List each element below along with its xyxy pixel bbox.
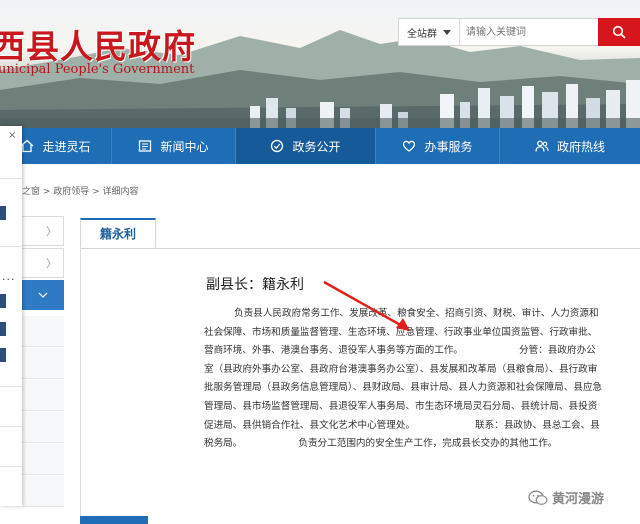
watermark-text: 黄河漫游	[552, 492, 605, 507]
more-icon[interactable]: ...	[2, 270, 16, 283]
other-duties-text: 负责分工范围内的安全生产工作，完成县长交办的其他工作。	[298, 438, 558, 450]
nav-item-label: 办事服务	[424, 139, 473, 154]
search-icon	[612, 25, 626, 39]
sidebar-subitem[interactable]	[22, 444, 64, 475]
content-tab-bar: 籍永利	[80, 218, 640, 249]
close-icon[interactable]: ×	[8, 130, 16, 141]
sidebar-subitem[interactable]	[22, 348, 64, 379]
main-nav: 走进灵石 新闻中心 政务公开 办事服务 政府热线	[0, 128, 640, 164]
heart-icon	[403, 140, 416, 152]
breadcrumb[interactable]: 之窗 > 政府领导 > 详细内容	[22, 184, 139, 197]
site-subtitle: unicipal People's Government	[0, 62, 195, 77]
floating-side-panel: × ...	[0, 126, 22, 506]
chevron-right-icon: 〉	[46, 225, 57, 238]
bottom-tab[interactable]	[80, 516, 148, 524]
sidebar-subitem[interactable]	[22, 412, 64, 443]
sidebar-subitem[interactable]	[22, 316, 64, 347]
wechat-icon	[528, 490, 548, 505]
nav-item-label: 政府热线	[556, 139, 605, 154]
search-scope-label: 全站群	[407, 28, 437, 40]
nav-item-label: 政务公开	[292, 139, 341, 154]
sidebar-item[interactable]: 〉	[22, 216, 64, 246]
tab-leader-name[interactable]: 籍永利	[80, 218, 156, 248]
sidebar-item-active[interactable]	[22, 280, 64, 310]
nav-item-label: 走进灵石	[42, 139, 91, 154]
panel-thumbnail[interactable]	[0, 348, 6, 362]
panel-divider	[0, 426, 22, 427]
chevron-down-icon	[38, 292, 47, 298]
nav-item-services[interactable]: 办事服务	[376, 128, 500, 164]
nav-item-hotline[interactable]: 政府热线	[500, 128, 640, 164]
sidebar-subitem[interactable]	[22, 380, 64, 411]
panel-thumbnail[interactable]	[0, 294, 6, 308]
chevron-right-icon: 〉	[46, 257, 57, 270]
panel-thumbnail[interactable]	[0, 322, 6, 336]
page-title: 副县长：籍永利	[206, 277, 304, 293]
content-border	[80, 248, 81, 524]
panel-divider	[0, 466, 22, 467]
sidebar-subitem[interactable]	[22, 476, 64, 507]
home-icon	[21, 139, 34, 153]
nav-item-label: 新闻中心	[160, 139, 209, 154]
nav-item-gov-affairs[interactable]: 政务公开	[236, 128, 376, 164]
panel-divider	[0, 246, 22, 247]
search-box: 全站群	[398, 18, 630, 46]
article-body: 负责县人民政府常务工作、发展改革、粮食安全、招商引资、财税、审计、人力资源和社会…	[204, 305, 604, 454]
panel-divider	[0, 178, 22, 179]
watermark: 黄河漫游	[528, 488, 604, 507]
site-title: 西县人民政府	[0, 27, 196, 66]
chevron-down-icon	[443, 29, 451, 35]
search-button[interactable]	[598, 18, 640, 46]
nav-item-news[interactable]: 新闻中心	[112, 128, 236, 164]
search-scope-select[interactable]: 全站群	[399, 19, 460, 45]
panel-thumbnail[interactable]	[0, 206, 6, 220]
people-icon	[535, 140, 549, 152]
news-icon	[139, 140, 152, 152]
check-circle-icon	[271, 139, 284, 153]
sidebar-item[interactable]: 〉	[22, 248, 64, 278]
divisions-text: 分管：县政府办公室（县政府外事办公室、县政府台港澳事务办公室）、县发展和改革局（…	[204, 345, 603, 431]
panel-divider	[0, 386, 22, 387]
site-banner: 西县人民政府 unicipal People's Government 全站群	[0, 0, 640, 128]
